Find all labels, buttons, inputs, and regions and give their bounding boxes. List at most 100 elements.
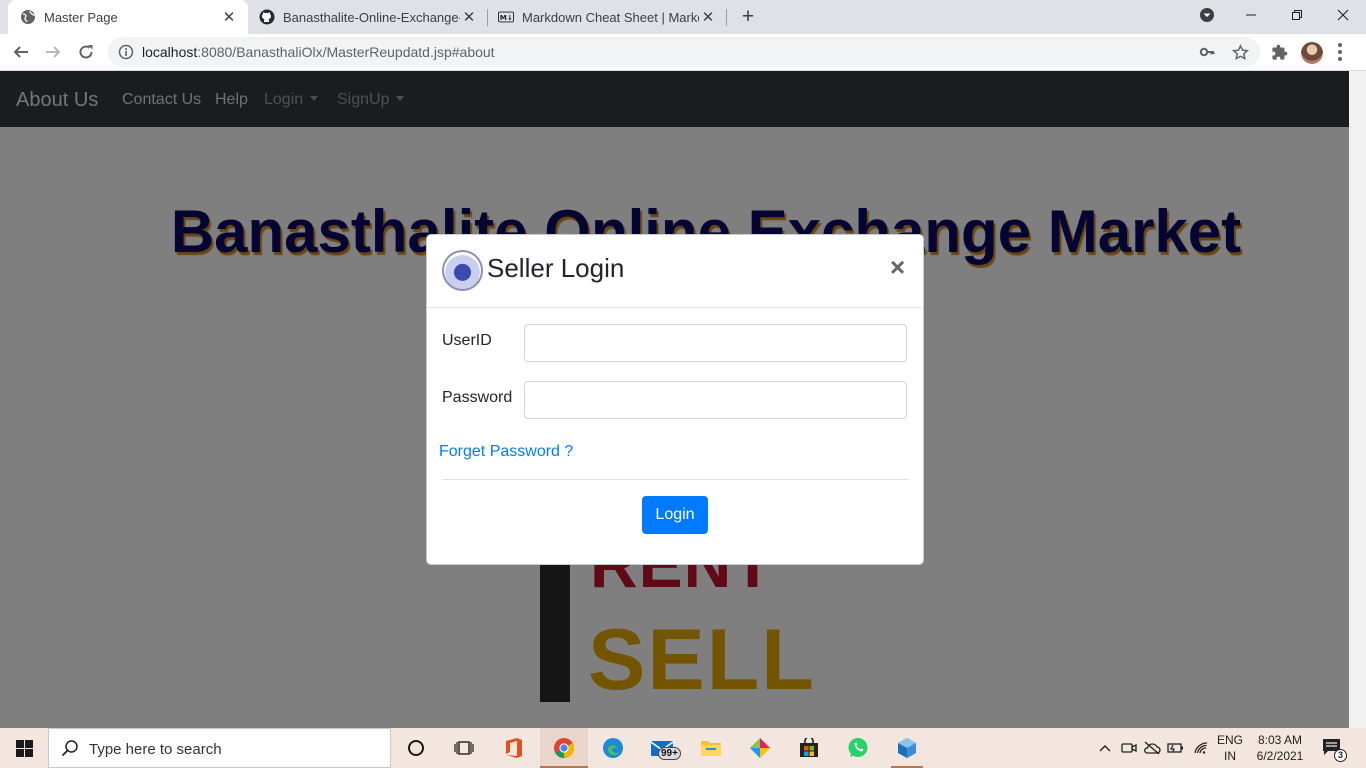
chevron-up-icon [1099,745,1111,752]
taskbar-chrome[interactable] [540,728,588,768]
forgot-password-link[interactable]: Forget Password ? [439,443,573,461]
tab-markdown[interactable]: M↓ Markdown Cheat Sheet | Markdo ✕ [489,0,725,34]
reload-icon [79,45,93,59]
arrow-left-icon [13,46,28,58]
tray-onedrive[interactable] [1143,739,1161,757]
restore-button[interactable] [1274,0,1320,30]
close-tab-icon[interactable]: ✕ [460,8,478,26]
page-scrollbar[interactable] [1349,71,1366,728]
info-icon[interactable] [118,44,134,65]
taskbar-app-diamond[interactable] [736,728,784,768]
task-view-button[interactable] [440,728,488,768]
store-icon [800,738,818,757]
tab-title: Master Page [44,9,118,25]
userid-input[interactable] [524,324,907,362]
modal-title: Seller Login [487,253,625,283]
reload-button[interactable] [71,37,101,67]
taskbar-mail[interactable]: 99+ [638,728,686,768]
modal-divider [442,479,909,480]
browser-toolbar: localhost:8080/BanasthaliOlx/MasterReupd… [0,34,1366,71]
restore-icon [1292,10,1302,20]
github-icon [259,9,275,25]
taskbar-edge[interactable] [589,728,637,768]
office-icon [506,738,522,758]
seller-login-modal: Seller Login × UserID Password Forget Pa… [426,234,924,565]
url-host: localhost [142,44,198,60]
edge-icon [603,738,623,758]
cortana-button[interactable] [392,728,440,768]
university-logo [442,250,483,291]
chevron-down-circle-icon [1200,8,1214,22]
markdown-icon: M↓ [498,9,514,25]
taskbar-file-explorer[interactable] [687,728,735,768]
close-tab-icon[interactable]: ✕ [699,8,717,26]
windows-taskbar: Type here to search 99+ ENG IN 8:03 AM 6… [0,728,1366,768]
language-code: ENG [1217,733,1244,747]
window-close-button[interactable] [1320,0,1366,30]
address-bar[interactable]: localhost:8080/BanasthaliOlx/MasterReupd… [108,37,1260,67]
start-button[interactable] [0,728,48,768]
tab-separator [726,9,727,26]
browser-tab-strip: Master Page ✕ Banasthalite-Online-Exchan… [0,0,1366,34]
cloud-off-icon [1144,741,1161,755]
taskbar-office[interactable] [490,728,538,768]
new-tab-button[interactable]: + [737,5,759,29]
taskbar-search-box[interactable]: Type here to search [48,728,391,768]
taskbar-store[interactable] [785,728,833,768]
tab-master-page[interactable]: Master Page ✕ [8,0,248,34]
tab-separator [487,9,488,26]
search-placeholder: Type here to search [89,741,222,758]
password-input[interactable] [524,381,907,419]
cube-icon [898,738,916,758]
wifi-icon [1194,742,1208,754]
clock-time: 8:03 AM [1257,733,1303,747]
url-text: localhost:8080/BanasthaliOlx/MasterReupd… [142,44,495,60]
svg-text:M↓: M↓ [500,13,513,22]
tab-search-button[interactable] [1184,0,1230,30]
back-button[interactable] [6,37,36,67]
tab-github[interactable]: Banasthalite-Online-Exchange-M ✕ [250,0,486,34]
video-camera-icon [1121,743,1137,753]
modal-header: Seller Login × [427,235,923,308]
globe-icon [20,9,36,25]
forward-button[interactable] [38,37,68,67]
userid-label: UserID [442,332,492,349]
profile-avatar[interactable] [1301,42,1323,64]
extensions-button[interactable] [1269,42,1289,62]
arrow-right-icon [46,46,61,58]
minimize-button[interactable] [1228,0,1274,30]
url-path: :8080/BanasthaliOlx/MasterReupdatd.jsp#a… [197,44,495,60]
close-tab-icon[interactable]: ✕ [220,8,238,26]
close-icon [1337,9,1349,21]
tray-network[interactable] [1192,739,1210,757]
battery-plug-icon [1167,743,1183,753]
windows-logo-icon [15,739,33,757]
tab-title: Markdown Cheat Sheet | Markdo [522,9,699,25]
key-icon[interactable] [1198,43,1216,61]
language-indicator[interactable]: ENG IN [1217,732,1243,764]
search-icon [61,739,79,762]
notification-count: 3 [1334,749,1347,762]
modal-close-button[interactable]: × [890,254,905,280]
taskbar-clock[interactable]: 8:03 AM 6/2/2021 [1252,732,1308,764]
tab-title: Banasthalite-Online-Exchange-M [283,9,460,25]
tray-power[interactable] [1167,739,1185,757]
clock-date: 6/2/2021 [1256,749,1304,763]
mail-badge: 99+ [658,747,681,760]
star-icon[interactable] [1231,43,1249,61]
minimize-icon [1246,14,1256,16]
task-view-icon [454,741,474,755]
taskbar-virtualbox[interactable] [883,728,931,768]
puzzle-icon [1271,44,1287,60]
taskbar-whatsapp[interactable] [834,728,882,768]
action-center-button[interactable]: 3 [1322,738,1347,762]
password-label: Password [442,389,513,406]
language-region: IN [1224,749,1236,763]
whatsapp-icon [848,738,868,757]
cortana-icon [408,740,424,756]
page-viewport: About Us Contact Us Help Login SignUp Ba… [0,71,1349,728]
browser-menu-icon[interactable] [1330,40,1350,64]
show-hidden-icons-button[interactable] [1096,739,1114,757]
tray-meet-now[interactable] [1120,739,1138,757]
login-button[interactable]: Login [642,496,708,534]
